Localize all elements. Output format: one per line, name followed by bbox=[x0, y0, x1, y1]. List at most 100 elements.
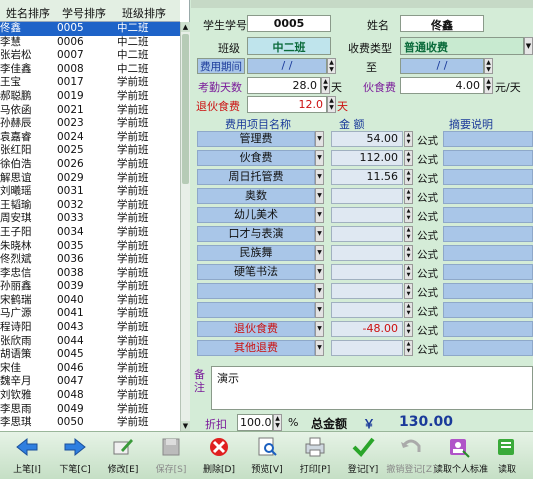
student-list-row[interactable]: 张岩松 0007 中二班 bbox=[0, 49, 180, 63]
student-list-row[interactable]: 宋鹤瑞 0040 学前班 bbox=[0, 294, 180, 308]
class-field[interactable]: 中二班 bbox=[247, 37, 331, 55]
fee-item-dropdown-icon[interactable]: ▼ bbox=[315, 283, 324, 299]
name-field[interactable]: 佟鑫 bbox=[400, 15, 484, 32]
fee-item-name[interactable]: 民族舞 bbox=[197, 245, 315, 261]
refund-meal-spinner[interactable]: ▲ ▼ bbox=[327, 96, 336, 113]
arrow-right-button[interactable]: 下笔[C] bbox=[50, 434, 100, 478]
student-list-row[interactable]: 佟鑫 0005 中二班 bbox=[0, 22, 180, 36]
student-list-row[interactable]: 王子阳 0034 学前班 bbox=[0, 226, 180, 240]
fee-amount-field[interactable]: 11.56 bbox=[331, 169, 403, 185]
student-list-row[interactable]: 刘钦雅 0048 学前班 bbox=[0, 389, 180, 403]
formula-link[interactable]: 公式 bbox=[417, 247, 438, 262]
fee-desc-field[interactable] bbox=[443, 131, 533, 147]
fee-item-name[interactable]: 其他退费 bbox=[197, 340, 315, 356]
fee-item-name[interactable]: 周日托管费 bbox=[197, 169, 315, 185]
period-to-field[interactable]: / / bbox=[400, 58, 484, 74]
student-list-row[interactable]: 胡语策 0045 学前班 bbox=[0, 348, 180, 362]
scroll-thumb[interactable] bbox=[182, 34, 189, 184]
meal-fee-field[interactable]: 4.00 bbox=[400, 77, 484, 94]
student-list-row[interactable]: 李思琪 0050 学前班 bbox=[0, 416, 180, 430]
period-from-field[interactable]: / / bbox=[247, 58, 327, 74]
sort-by-class-header[interactable]: 班级排序 bbox=[122, 5, 166, 21]
student-list-row[interactable]: 刘曦瑶 0031 学前班 bbox=[0, 185, 180, 199]
student-list-row[interactable]: 周安琪 0033 学前班 bbox=[0, 212, 180, 226]
meal-fee-spinner[interactable]: ▲ ▼ bbox=[484, 77, 493, 94]
student-list-row[interactable]: 王宝 0017 学前班 bbox=[0, 76, 180, 90]
student-list-row[interactable]: 孙赫辰 0023 学前班 bbox=[0, 117, 180, 131]
fee-amount-field[interactable] bbox=[331, 245, 403, 261]
student-list-row[interactable]: 马广源 0041 学前班 bbox=[0, 307, 180, 321]
preview-button[interactable]: 预览[V] bbox=[242, 434, 292, 478]
scroll-down-icon[interactable]: ▼ bbox=[181, 421, 190, 431]
formula-link[interactable]: 公式 bbox=[417, 209, 438, 224]
fee-item-dropdown-icon[interactable]: ▼ bbox=[315, 150, 324, 166]
fee-item-name[interactable]: 退伙食费 bbox=[197, 321, 315, 337]
fee-amount-field[interactable]: 112.00 bbox=[331, 150, 403, 166]
formula-link[interactable]: 公式 bbox=[417, 266, 438, 281]
fee-desc-field[interactable] bbox=[443, 245, 533, 261]
formula-link[interactable]: 公式 bbox=[417, 323, 438, 338]
fee-item-dropdown-icon[interactable]: ▼ bbox=[315, 169, 324, 185]
formula-link[interactable]: 公式 bbox=[417, 342, 438, 357]
formula-link[interactable]: 公式 bbox=[417, 228, 438, 243]
fee-desc-field[interactable] bbox=[443, 150, 533, 166]
fee-desc-field[interactable] bbox=[443, 264, 533, 280]
fee-amount-spinner[interactable]: ▲ ▼ bbox=[404, 131, 413, 147]
student-list-row[interactable]: 马依函 0021 学前班 bbox=[0, 104, 180, 118]
fee-amount-spinner[interactable]: ▲ ▼ bbox=[404, 283, 413, 299]
fee-desc-field[interactable] bbox=[443, 302, 533, 318]
student-list-row[interactable]: 李慧 0006 中二班 bbox=[0, 36, 180, 50]
fee-item-dropdown-icon[interactable]: ▼ bbox=[315, 340, 324, 356]
student-list-row[interactable]: 佟烈斌 0036 学前班 bbox=[0, 253, 180, 267]
fee-amount-spinner[interactable]: ▲ ▼ bbox=[404, 302, 413, 318]
fee-amount-field[interactable] bbox=[331, 302, 403, 318]
fee-desc-field[interactable] bbox=[443, 283, 533, 299]
fee-desc-field[interactable] bbox=[443, 188, 533, 204]
fee-type-select[interactable]: 普通收费 bbox=[400, 37, 524, 55]
fee-amount-spinner[interactable]: ▲ ▼ bbox=[404, 226, 413, 242]
read-button[interactable]: 读取 bbox=[482, 434, 532, 478]
student-list-row[interactable]: 魏辛月 0047 学前班 bbox=[0, 375, 180, 389]
student-list-row[interactable]: 解思谊 0029 学前班 bbox=[0, 172, 180, 186]
student-list-row[interactable]: 李佳鑫 0008 中二班 bbox=[0, 63, 180, 77]
attend-days-spinner[interactable]: ▲ ▼ bbox=[321, 77, 330, 94]
period-to-spinner[interactable]: ▲ ▼ bbox=[484, 58, 493, 74]
refund-meal-field[interactable]: 12.0 bbox=[247, 96, 327, 113]
fee-amount-field[interactable] bbox=[331, 226, 403, 242]
arrow-left-button[interactable]: 上笔[I] bbox=[2, 434, 52, 478]
fee-amount-field[interactable]: -48.00 bbox=[331, 321, 403, 337]
student-list-row[interactable]: 郝聪鹏 0019 学前班 bbox=[0, 90, 180, 104]
student-list-row[interactable]: 朱晓林 0035 学前班 bbox=[0, 240, 180, 254]
personal-standard-button[interactable]: 读取个人标准 bbox=[434, 434, 488, 478]
remark-textarea[interactable]: 演示 bbox=[211, 366, 533, 410]
student-list-row[interactable]: 程诗阳 0043 学前班 bbox=[0, 321, 180, 335]
student-list-row[interactable]: 王韬瑜 0032 学前班 bbox=[0, 199, 180, 213]
fee-item-name[interactable]: 硬笔书法 bbox=[197, 264, 315, 280]
fee-item-name[interactable]: 口才与表演 bbox=[197, 226, 315, 242]
student-list-row[interactable]: 李忠信 0038 学前班 bbox=[0, 267, 180, 281]
fee-item-name[interactable]: 幼儿美术 bbox=[197, 207, 315, 223]
edit-button[interactable]: 修改[E] bbox=[98, 434, 148, 478]
fee-amount-field[interactable] bbox=[331, 188, 403, 204]
fee-item-dropdown-icon[interactable]: ▼ bbox=[315, 302, 324, 318]
sort-by-name-header[interactable]: 姓名排序 bbox=[6, 5, 50, 21]
fee-amount-spinner[interactable]: ▲ ▼ bbox=[404, 169, 413, 185]
fee-desc-field[interactable] bbox=[443, 340, 533, 356]
fee-type-dropdown-icon[interactable]: ▼ bbox=[524, 37, 533, 55]
fee-item-name[interactable]: 奥数 bbox=[197, 188, 315, 204]
formula-link[interactable]: 公式 bbox=[417, 285, 438, 300]
fee-amount-spinner[interactable]: ▲ ▼ bbox=[404, 340, 413, 356]
fee-amount-field[interactable] bbox=[331, 264, 403, 280]
student-list-scrollbar[interactable]: ▲ ▼ bbox=[180, 22, 190, 431]
fee-amount-spinner[interactable]: ▲ ▼ bbox=[404, 264, 413, 280]
fee-item-dropdown-icon[interactable]: ▼ bbox=[315, 245, 324, 261]
fee-item-name[interactable] bbox=[197, 302, 315, 318]
fee-item-name[interactable]: 管理费 bbox=[197, 131, 315, 147]
fee-amount-spinner[interactable]: ▲ ▼ bbox=[404, 150, 413, 166]
check-button[interactable]: 登记[Y] bbox=[338, 434, 388, 478]
student-list-row[interactable]: 张红阳 0025 学前班 bbox=[0, 144, 180, 158]
fee-desc-field[interactable] bbox=[443, 169, 533, 185]
fee-item-dropdown-icon[interactable]: ▼ bbox=[315, 207, 324, 223]
attend-days-field[interactable]: 28.0 bbox=[247, 77, 321, 94]
fee-item-dropdown-icon[interactable]: ▼ bbox=[315, 264, 324, 280]
